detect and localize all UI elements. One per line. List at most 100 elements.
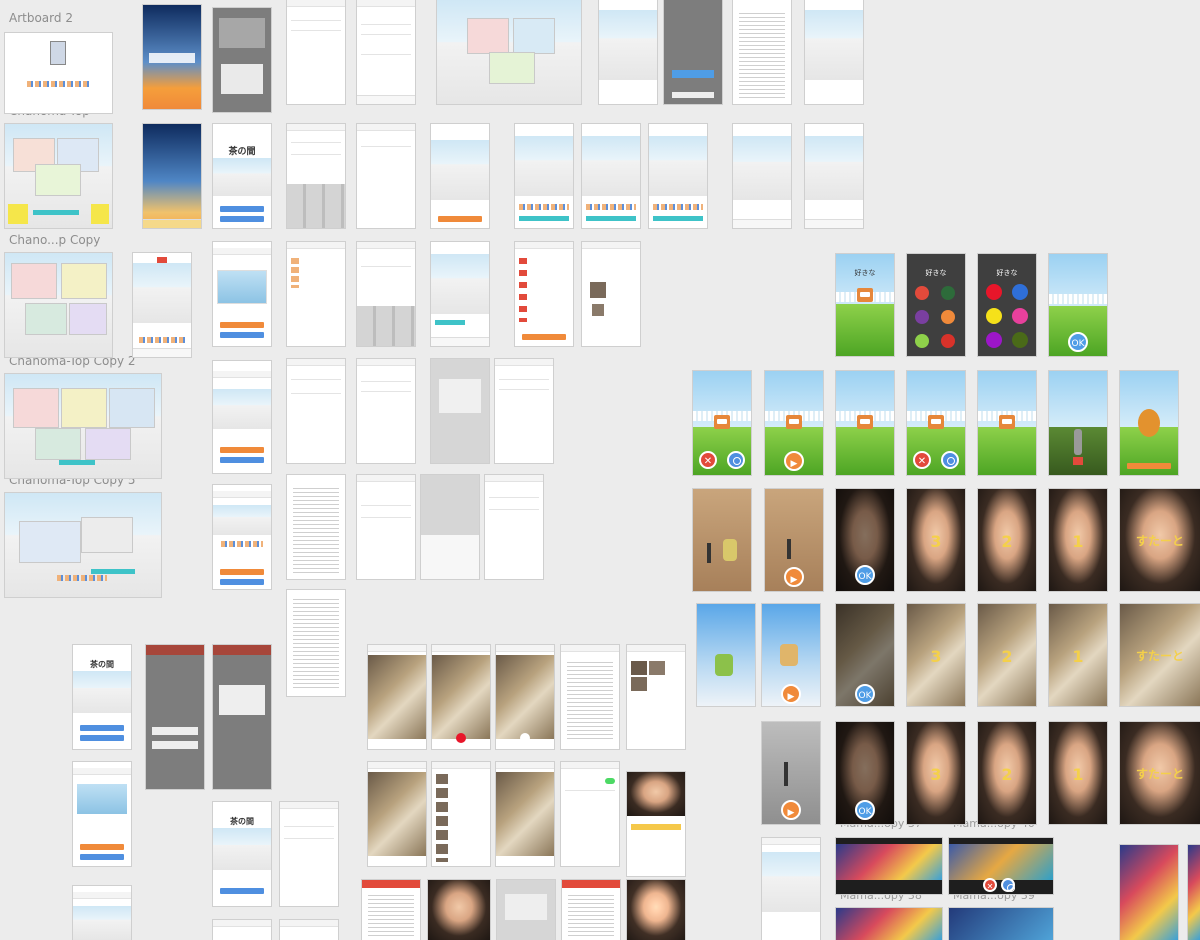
play-icon[interactable]: ▶ <box>784 567 804 587</box>
artboard-label-top-copy[interactable]: Chano...p Copy <box>9 233 100 247</box>
game-room-3[interactable]: 3 <box>907 604 965 706</box>
phone-scene-info[interactable] <box>431 124 489 228</box>
next-button[interactable] <box>1126 463 1172 469</box>
secondary-button[interactable] <box>79 854 125 860</box>
phone-list-1[interactable] <box>357 359 415 463</box>
game-color-choice[interactable]: 好きな <box>978 254 1036 356</box>
phone-keyboard-form[interactable] <box>287 124 345 228</box>
game-countdown-2[interactable]: 2 <box>978 489 1036 591</box>
secondary-button[interactable] <box>219 332 265 338</box>
phone-terms-text-2[interactable] <box>287 590 345 696</box>
phone-list-red-2[interactable] <box>562 880 620 940</box>
secondary-button[interactable] <box>219 457 265 463</box>
choice-icon[interactable] <box>915 334 929 348</box>
keyboard[interactable] <box>287 184 345 228</box>
phone-list-red[interactable] <box>362 880 420 940</box>
phone-form-4[interactable] <box>357 475 415 579</box>
game-ask-2[interactable]: ▶ <box>765 371 823 475</box>
phone-home-c[interactable] <box>649 124 707 228</box>
phone-scene-home[interactable] <box>431 242 489 346</box>
primary-button[interactable] <box>79 844 125 850</box>
login-button[interactable] <box>219 206 265 212</box>
phone-picker[interactable] <box>421 475 479 579</box>
game-ask-5[interactable] <box>978 371 1036 475</box>
game-fruit-choice[interactable]: 好きな <box>907 254 965 356</box>
phone-tea-room-modal[interactable] <box>213 8 271 112</box>
phone-form-3[interactable] <box>357 124 415 228</box>
game-room-start[interactable]: すたーと <box>1120 604 1200 706</box>
phone-scene-top-2[interactable] <box>664 0 722 104</box>
photo-thumbnail[interactable] <box>649 661 665 675</box>
list-rows[interactable] <box>568 892 614 938</box>
color-choice[interactable] <box>1012 284 1028 300</box>
toggle-switch[interactable] <box>605 778 615 784</box>
artboard-label-2[interactable]: Artboard 2 <box>9 11 73 25</box>
game-countdown-1[interactable]: 1 <box>1049 489 1107 591</box>
phone-home-scene[interactable] <box>133 253 191 357</box>
ok-button[interactable]: OK <box>855 800 875 820</box>
artboard-2[interactable] <box>5 33 112 113</box>
phone-home-a[interactable] <box>515 124 573 228</box>
phone-scene-top-3[interactable] <box>805 0 863 104</box>
keyboard[interactable] <box>357 306 415 346</box>
mama-copy-40[interactable]: ✕ <box>949 838 1053 894</box>
secondary-button[interactable] <box>219 579 265 585</box>
game-countdown-start[interactable]: すたーと <box>1120 489 1200 591</box>
phone-terms-text[interactable] <box>287 475 345 579</box>
phone-tea-room-welcome-2[interactable]: 茶の間 <box>73 645 131 749</box>
ok-button[interactable]: OK <box>1068 332 1088 352</box>
primary-button[interactable] <box>219 447 265 453</box>
phone-home-e[interactable] <box>805 124 863 228</box>
login-button[interactable] <box>219 888 265 894</box>
record-icon[interactable] <box>1073 457 1083 465</box>
game-camera-1[interactable] <box>697 604 755 706</box>
game-face-3[interactable]: 3 <box>907 722 965 824</box>
artboard-chanoma-top-copy-2[interactable] <box>5 374 161 478</box>
game-question-1[interactable]: 好きな <box>836 254 894 356</box>
register-button[interactable] <box>79 735 125 741</box>
phone-home-d[interactable] <box>733 124 791 228</box>
artboard-chanoma-top[interactable] <box>5 124 112 228</box>
close-icon[interactable]: ✕ <box>699 451 717 469</box>
choice-icon[interactable] <box>915 286 929 300</box>
action-strip[interactable] <box>586 216 636 221</box>
photo-thumbnail[interactable] <box>631 677 647 691</box>
phone-partial-2[interactable] <box>280 920 338 940</box>
mama-copy-39[interactable] <box>949 908 1053 940</box>
phone-room-photo-3[interactable] <box>496 645 554 749</box>
ok-button[interactable]: OK <box>855 684 875 704</box>
primary-button[interactable] <box>219 322 265 328</box>
phone-child-photo[interactable] <box>627 772 685 876</box>
game-face-start[interactable]: すたーと <box>1120 722 1200 824</box>
game-ask-3[interactable] <box>836 371 894 475</box>
phone-intro-1[interactable] <box>213 242 271 346</box>
color-choice[interactable] <box>1012 332 1028 348</box>
date-picker[interactable] <box>421 535 479 579</box>
phone-settings-toggle[interactable] <box>561 762 619 866</box>
primary-button[interactable] <box>437 216 483 222</box>
phone-action-sheet[interactable] <box>146 645 204 789</box>
game-face-2[interactable]: 2 <box>978 722 1036 824</box>
game-face-ok-2[interactable]: OK <box>836 722 894 824</box>
phone-room-photo-2[interactable] <box>432 645 490 749</box>
game-ask-4[interactable]: ✕ <box>907 371 965 475</box>
register-button[interactable] <box>219 216 265 222</box>
phone-partial-1[interactable] <box>213 920 271 940</box>
phone-photo-grid[interactable] <box>582 242 640 346</box>
game-portrait-video[interactable] <box>1120 845 1178 940</box>
game-room-2[interactable]: 2 <box>978 604 1036 706</box>
game-bear[interactable] <box>1120 371 1178 475</box>
circle-icon[interactable] <box>941 451 959 469</box>
action-strip[interactable] <box>653 216 703 221</box>
close-icon[interactable]: ✕ <box>983 878 997 892</box>
menu-list[interactable] <box>567 659 613 739</box>
photo-thumbnail[interactable] <box>590 282 606 298</box>
ok-button[interactable]: OK <box>855 565 875 585</box>
sheet-option[interactable] <box>152 741 198 749</box>
game-confirm[interactable]: OK <box>1049 254 1107 356</box>
phone-room-photo-5[interactable] <box>496 762 554 866</box>
circle-icon[interactable] <box>1001 878 1015 892</box>
dialog-button[interactable] <box>672 70 714 78</box>
game-camera-2[interactable]: ▶ <box>762 604 820 706</box>
game-ask-1[interactable]: ✕ <box>693 371 751 475</box>
